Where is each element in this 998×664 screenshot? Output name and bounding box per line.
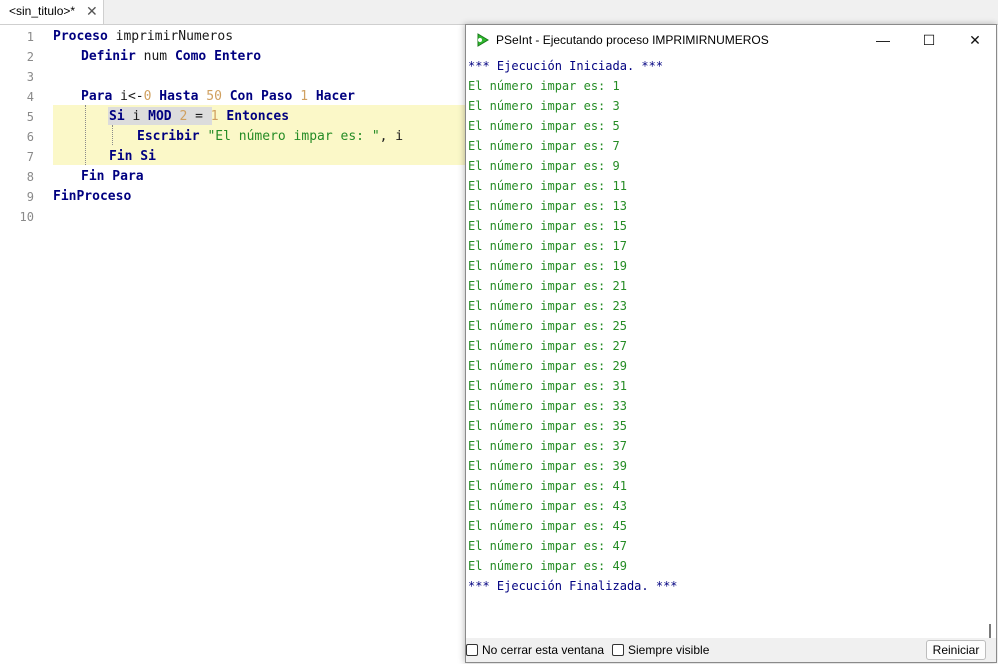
console-output-line: El número impar es: 37 (468, 439, 627, 453)
console-output-line: El número impar es: 1 (468, 79, 620, 93)
code-line-9: FinProceso (53, 189, 131, 204)
console-output-line: El número impar es: 39 (468, 459, 627, 473)
window-title-bar[interactable]: PSeInt - Ejecutando proceso IMPRIMIRNUME… (466, 25, 996, 55)
code-line-8: Fin Para (81, 169, 144, 184)
console-output-line: El número impar es: 13 (468, 199, 627, 213)
keyword: Fin Si (109, 149, 156, 164)
number-literal: 2 (179, 109, 188, 124)
line-number: 7 (26, 150, 34, 164)
console-output-line: El número impar es: 43 (468, 499, 627, 513)
line-number: 4 (26, 90, 34, 104)
identifier: , i (379, 129, 404, 144)
code-line-2: Definir num Como Entero (81, 49, 261, 64)
console-output-line: El número impar es: 9 (468, 159, 620, 173)
always-visible-checkbox[interactable] (612, 644, 624, 656)
keyword: Fin Para (81, 169, 144, 184)
maximize-button[interactable]: ☐ (906, 25, 952, 55)
indent-guide (112, 125, 113, 145)
line-number: 1 (26, 30, 34, 44)
pseint-app-icon (477, 33, 489, 47)
console-output-line: El número impar es: 33 (468, 399, 627, 413)
number-literal: 1 (210, 109, 219, 124)
console-output-line: El número impar es: 49 (468, 559, 627, 573)
code-line-1: Proceso imprimirNumeros (53, 29, 233, 44)
console-output-line: El número impar es: 21 (468, 279, 627, 293)
console-output-line: El número impar es: 35 (468, 419, 627, 433)
keyword: Para (81, 89, 113, 104)
console-end-message: *** Ejecución Finalizada. *** (468, 579, 678, 593)
code-line-6: Escribir "El número impar es: ", i (137, 129, 403, 144)
keyword: Como Entero (174, 49, 262, 64)
number-literal: 0 (143, 89, 152, 104)
keyword: FinProceso (53, 189, 132, 204)
keep-open-label[interactable]: No cerrar esta ventana (482, 643, 604, 657)
identifier: imprimirNumeros (115, 29, 234, 44)
string-literal: "El número impar es: " (207, 129, 380, 144)
line-number: 10 (19, 210, 34, 224)
editor-tab-bar: <sin_titulo>* ✕ (0, 0, 998, 25)
restart-button[interactable]: Reiniciar (926, 640, 986, 660)
console-scrollbar[interactable] (984, 55, 996, 649)
number-literal: 1 (300, 89, 309, 104)
console-output-line: El número impar es: 7 (468, 139, 620, 153)
console-output-line: El número impar es: 19 (468, 259, 627, 273)
console-output-line: El número impar es: 17 (468, 239, 627, 253)
keyword: Proceso (53, 29, 108, 44)
identifier: i<- (120, 89, 144, 104)
keyword: Hacer (315, 89, 355, 104)
line-number: 8 (26, 170, 34, 184)
always-visible-label[interactable]: Siempre visible (628, 643, 709, 657)
console-output-line: El número impar es: 5 (468, 119, 620, 133)
tab-sin-titulo[interactable]: <sin_titulo>* ✕ (0, 0, 104, 24)
tab-label: <sin_titulo>* (9, 4, 76, 18)
keyword: Definir (81, 49, 136, 64)
identifier: num (143, 49, 168, 64)
console-output-line: El número impar es: 27 (468, 339, 627, 353)
minimize-button[interactable]: — (860, 25, 906, 55)
console-output-line: El número impar es: 41 (468, 479, 627, 493)
console-output-line: El número impar es: 11 (468, 179, 627, 193)
line-number: 2 (26, 50, 34, 64)
window-footer: No cerrar esta ventana Siempre visible R… (466, 638, 996, 662)
console-output-line: El número impar es: 47 (468, 539, 627, 553)
close-window-button[interactable]: ✕ (952, 25, 998, 55)
operator: = (195, 109, 203, 124)
keyword: Hasta (159, 89, 199, 104)
identifier: i (132, 109, 141, 124)
console-output[interactable]: *** Ejecución Iniciada. *** El número imp… (466, 55, 984, 649)
keyword: MOD (148, 109, 172, 124)
line-number: 3 (26, 70, 34, 84)
line-number-gutter: 1 2 3 4 5 6 7 8 9 10 (0, 25, 44, 664)
number-literal: 50 (206, 89, 222, 104)
console-output-line: El número impar es: 29 (468, 359, 627, 373)
code-line-7: Fin Si (109, 149, 156, 164)
window-title: PSeInt - Ejecutando proceso IMPRIMIRNUME… (496, 33, 769, 47)
keyword: Entonces (226, 109, 290, 124)
indent-guide (85, 105, 86, 165)
console-output-line: El número impar es: 31 (468, 379, 627, 393)
keyword: Si (109, 109, 125, 124)
line-number: 6 (26, 130, 34, 144)
line-number: 5 (26, 110, 34, 124)
console-output-line: El número impar es: 15 (468, 219, 627, 233)
code-line-4: Para i<-0 Hasta 50 Con Paso 1 Hacer (81, 89, 355, 104)
keep-open-checkbox[interactable] (466, 644, 478, 656)
line-number: 9 (26, 190, 34, 204)
console-output-line: El número impar es: 45 (468, 519, 627, 533)
keyword: Con Paso (229, 89, 293, 104)
console-start-message: *** Ejecución Iniciada. *** (468, 59, 664, 73)
execution-window: PSeInt - Ejecutando proceso IMPRIMIRNUME… (465, 24, 997, 663)
console-output-line: El número impar es: 3 (468, 99, 620, 113)
keyword: Escribir (137, 129, 200, 144)
code-line-5: Si i MOD 2 = 1 Entonces (109, 109, 289, 124)
console-output-line: El número impar es: 25 (468, 319, 627, 333)
console-output-line: El número impar es: 23 (468, 299, 627, 313)
close-icon[interactable]: ✕ (86, 3, 98, 20)
